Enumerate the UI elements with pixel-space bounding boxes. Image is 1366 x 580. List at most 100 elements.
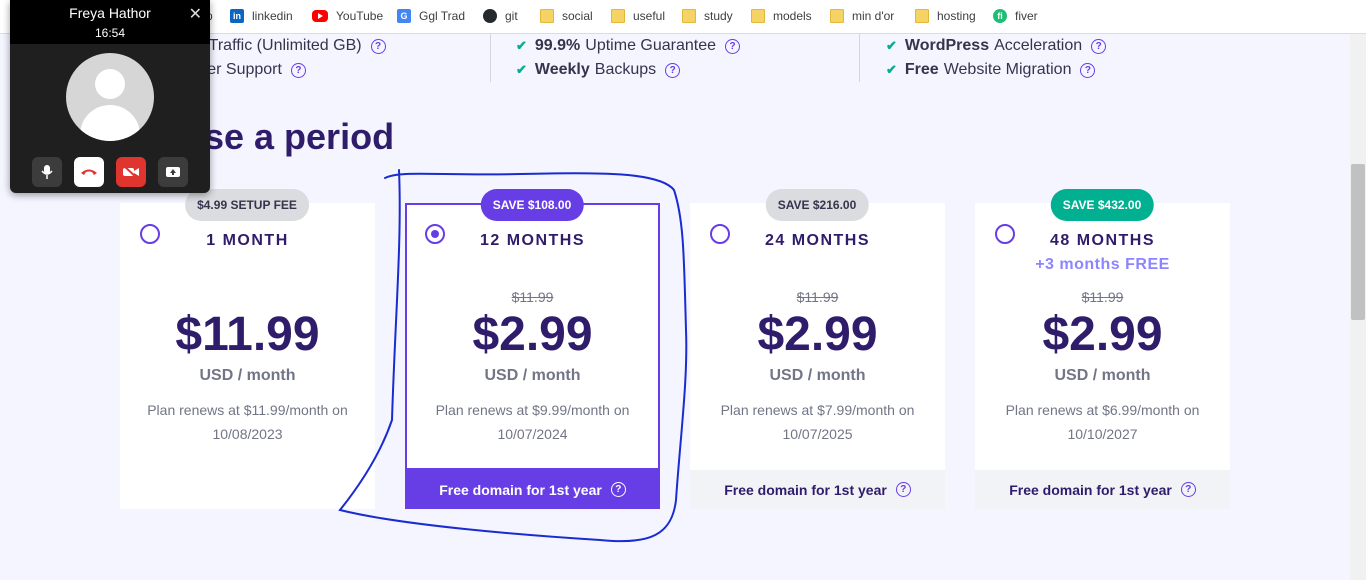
feature-item: ✔ WordPress Acceleration? [886, 36, 1107, 56]
feature-item: ✔ 99.9% Uptime Guarantee? [516, 36, 741, 56]
bookmark-label: YouTube [336, 9, 384, 23]
check-icon: ✔ [516, 62, 527, 77]
bookmark-min-dor[interactable]: min d'or [830, 7, 894, 25]
free-domain-label: Free domain for 1st year [724, 481, 887, 498]
features-column-3: ✔ WordPress Acceleration? ✔ Free Website Mig… [859, 34, 1160, 82]
bookmark-youtube[interactable]: YouTube [312, 7, 383, 25]
feature-item: ✔ Free Website Migration? [886, 60, 1096, 80]
plan-card-12-months[interactable]: SAVE $108.00 12 MONTHS $11.99 $2.99 USD … [405, 189, 660, 509]
fiverr-icon: fi [993, 9, 1007, 23]
renewal-date: 10/07/2024 [497, 426, 568, 442]
plan-renewal: Plan renews at $11.99/month on 10/08/2023 [140, 398, 355, 446]
help-icon[interactable]: ? [370, 38, 386, 54]
scrollbar-thumb[interactable] [1351, 164, 1365, 320]
feature-bold: Free [904, 61, 939, 78]
bookmark-linkedin[interactable]: in linkedin [230, 7, 293, 25]
bookmark-ggl-trad[interactable]: G Ggl Trad [397, 7, 465, 25]
plan-card-24-months[interactable]: SAVE $216.00 24 MONTHS $11.99 $2.99 USD … [690, 189, 945, 509]
features-column-1: edTraffic (Unlimited GB)? omer Support? [185, 34, 490, 82]
call-header: Freya Hathor 16:54 ✕ [10, 0, 210, 44]
folder-icon [682, 9, 696, 23]
help-icon[interactable]: ? [1080, 62, 1096, 78]
feature-bold: WordPress [904, 37, 990, 54]
github-icon [483, 9, 497, 23]
feature-text: Backups [594, 61, 657, 78]
plan-unit: USD / month [484, 367, 581, 384]
bookmark-social[interactable]: social [540, 7, 593, 25]
help-icon[interactable]: ? [290, 62, 306, 78]
camera-off-button[interactable] [116, 157, 146, 187]
free-domain-label: Free domain for 1st year [439, 481, 602, 498]
share-screen-button[interactable] [158, 157, 188, 187]
plan-card-1-month[interactable]: $4.99 SETUP FEE 1 MONTH $11.99 USD / mon… [120, 189, 375, 509]
plan-renewal: Plan renews at $9.99/month on 10/07/2024 [425, 398, 640, 446]
bookmark-label: models [773, 9, 812, 23]
renewal-date: 10/07/2025 [782, 426, 853, 442]
help-icon[interactable]: ? [895, 482, 911, 497]
renewal-date: 10/08/2023 [212, 426, 283, 442]
plan-renewal: Plan renews at $7.99/month on 10/07/2025 [710, 398, 925, 446]
plan-unit: USD / month [769, 367, 866, 384]
plan-unit: USD / month [1054, 367, 1151, 384]
plan-price: $11.99 [175, 308, 320, 361]
folder-icon [611, 9, 625, 23]
help-icon[interactable]: ? [1091, 38, 1107, 54]
plan-period: 1 MONTH [206, 232, 289, 249]
plan-bonus: +3 months FREE [1035, 256, 1170, 273]
avatar-head [95, 69, 125, 99]
help-icon[interactable]: ? [725, 38, 741, 54]
renewal-line: Plan renews at $9.99/month on [435, 402, 630, 418]
plan-badge: $4.99 SETUP FEE [185, 189, 309, 221]
plan-badge: SAVE $108.00 [480, 189, 584, 221]
plan-footer: Free domain for 1st year? [975, 470, 1230, 509]
camera-off-icon [123, 165, 139, 179]
feature-text: Website Migration [943, 61, 1072, 78]
bookmark-fiver[interactable]: fi fiver [993, 7, 1038, 25]
youtube-icon [312, 10, 328, 22]
renewal-date: 10/10/2027 [1067, 426, 1138, 442]
plan-price: $2.99 [1042, 308, 1163, 361]
bookmark-study[interactable]: study [682, 7, 733, 25]
plan-period: 48 MONTHS [1049, 232, 1156, 249]
help-icon[interactable]: ? [665, 62, 681, 78]
caller-name: Freya Hathor [69, 5, 151, 21]
check-icon: ✔ [516, 38, 527, 53]
plan-unit: USD / month [199, 367, 296, 384]
feature-item: ✔ Weekly Backups? [516, 60, 681, 80]
folder-icon [915, 9, 929, 23]
help-icon[interactable]: ? [1180, 482, 1196, 497]
bookmark-label: social [562, 9, 593, 23]
linkedin-icon: in [230, 9, 244, 23]
feature-bold: 99.9% [534, 37, 581, 54]
plan-card-48-months[interactable]: SAVE $432.00 48 MONTHS +3 months FREE $1… [975, 189, 1230, 509]
call-duration: 16:54 [94, 26, 126, 40]
check-icon: ✔ [886, 38, 897, 53]
feature-text: Acceleration [994, 37, 1083, 54]
bookmark-label: linkedin [252, 9, 293, 23]
bookmark-git[interactable]: git [483, 7, 518, 25]
feature-text: Uptime Guarantee [585, 37, 717, 54]
renewal-line: Plan renews at $11.99/month on [147, 402, 348, 418]
plan-period: 12 MONTHS [479, 232, 586, 249]
bookmark-label: git [505, 9, 518, 23]
folder-icon [751, 9, 765, 23]
feature-bold: Weekly [534, 61, 590, 78]
video-call-window[interactable]: Freya Hathor 16:54 ✕ [10, 0, 210, 193]
microphone-button[interactable] [32, 157, 62, 187]
plan-footer: Free domain for 1st year? [690, 470, 945, 509]
bookmark-hosting[interactable]: hosting [915, 7, 976, 25]
hang-up-button[interactable] [74, 157, 104, 187]
bookmark-useful[interactable]: useful [611, 7, 665, 25]
bookmark-models[interactable]: models [751, 7, 812, 25]
renewal-line: Plan renews at $6.99/month on [1005, 402, 1200, 418]
plan-old-price: $11.99 [511, 289, 554, 305]
close-icon[interactable]: ✕ [189, 4, 202, 24]
avatar [66, 53, 154, 141]
plan-badge: SAVE $216.00 [765, 189, 869, 221]
help-icon[interactable]: ? [610, 482, 626, 497]
bookmark-label: hosting [937, 9, 976, 23]
share-screen-icon [166, 167, 180, 177]
plan-old-price: $11.99 [1081, 289, 1124, 305]
bookmark-label: useful [633, 9, 666, 23]
google-translate-icon: G [397, 9, 411, 23]
